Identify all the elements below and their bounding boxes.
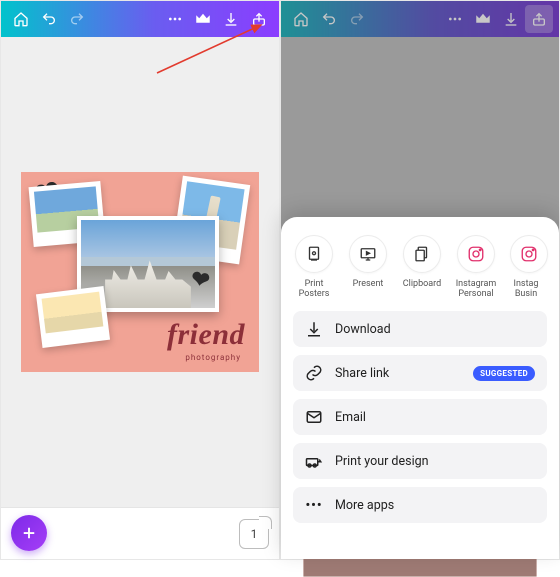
share-actions-list: Download Share link SUGGESTED Email Prin… [281,311,559,523]
instagram-icon [457,235,495,273]
share-targets-row[interactable]: Print Posters Present Clipboard Instagra… [281,231,559,301]
design-title-text[interactable]: friend [167,318,245,352]
share-target-label: Present [353,279,384,301]
share-target-print-posters[interactable]: Print Posters [288,235,340,301]
action-download[interactable]: Download [293,311,547,347]
share-target-clipboard[interactable]: Clipboard [396,235,448,301]
print-icon [295,235,333,273]
action-label: Download [335,322,391,337]
share-target-instagram-business[interactable]: Instag Busin [504,235,548,301]
add-page-button[interactable] [11,515,47,551]
action-label: Email [335,410,366,425]
design-subtitle-text[interactable]: photography [185,353,241,362]
download-icon[interactable] [217,5,245,33]
share-target-label: Clipboard [403,279,441,301]
undo-icon[interactable] [35,5,63,33]
action-email[interactable]: Email [293,399,547,435]
share-sheet: Print Posters Present Clipboard Instagra… [281,217,559,559]
suggested-badge: SUGGESTED [473,366,535,381]
share-target-label: Print Posters [299,279,330,301]
more-icon[interactable] [161,5,189,33]
home-icon[interactable] [287,5,315,33]
action-share-link[interactable]: Share link SUGGESTED [293,355,547,391]
action-more-apps[interactable]: ••• More apps [293,487,547,523]
action-label: Share link [335,366,389,381]
home-icon[interactable] [7,5,35,33]
top-bar [281,1,559,37]
share-target-present[interactable]: Present [342,235,394,301]
instagram-icon [510,235,548,273]
canvas-area[interactable]: ❤ ❤ friend photography [1,37,279,507]
top-bar [1,1,279,37]
redo-icon[interactable] [63,5,91,33]
more-icon: ••• [305,498,323,513]
share-target-label: Instagram Personal [456,279,497,301]
action-label: More apps [335,498,394,513]
undo-icon[interactable] [315,5,343,33]
page-count-button[interactable]: 1 [239,519,269,549]
share-icon[interactable] [245,5,273,33]
action-label: Print your design [335,454,429,469]
share-target-label: Instag Busin [514,279,539,301]
crown-icon[interactable] [469,5,497,33]
action-print[interactable]: Print your design [293,443,547,479]
design-canvas[interactable]: ❤ ❤ friend photography [21,172,259,372]
share-target-instagram-personal[interactable]: Instagram Personal [450,235,502,301]
present-icon [349,235,387,273]
crown-icon[interactable] [189,5,217,33]
more-icon[interactable] [441,5,469,33]
page-count-label: 1 [251,527,258,541]
clipboard-icon [403,235,441,273]
share-icon[interactable] [525,5,553,33]
redo-icon[interactable] [343,5,371,33]
editor-screen: ❤ ❤ friend photography 1 [0,0,280,560]
share-sheet-screen: ❤ Print Posters Present Clipboard [280,0,560,560]
photo-card[interactable] [36,286,110,348]
download-icon[interactable] [497,5,525,33]
bottom-bar: 1 [1,507,279,559]
